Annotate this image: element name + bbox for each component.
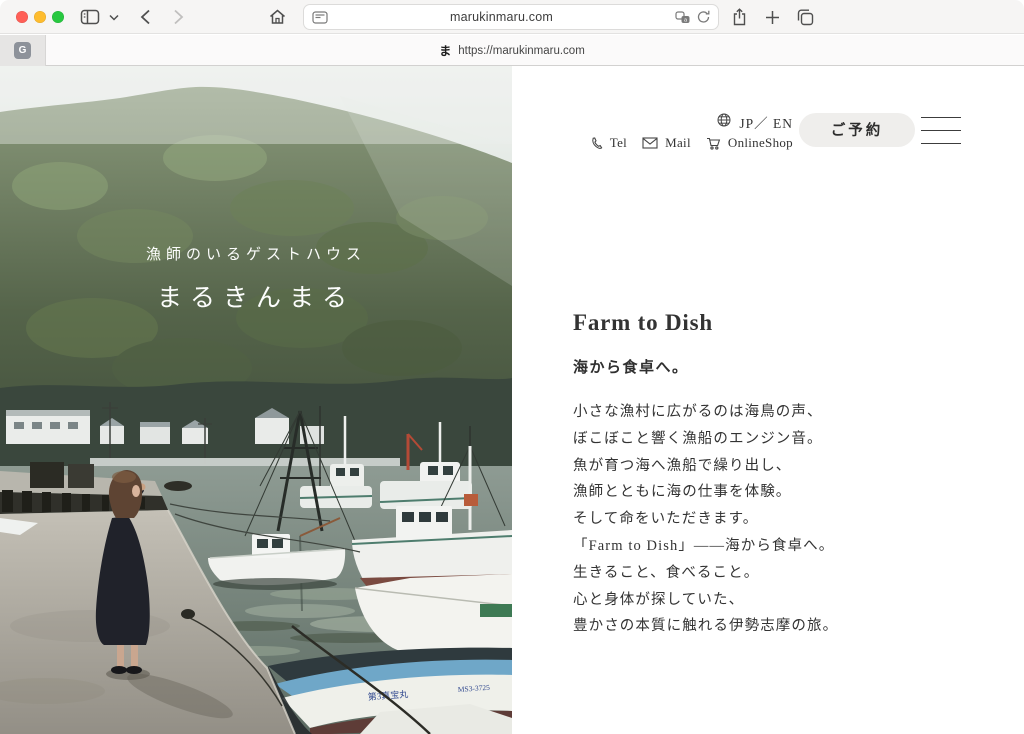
hamburger-line — [921, 117, 961, 118]
url-text[interactable]: marukinmaru.com — [328, 10, 675, 24]
sidebar-toggle-icon[interactable] — [79, 7, 101, 27]
home-icon[interactable] — [266, 7, 288, 27]
hamburger-menu-button[interactable] — [921, 116, 961, 144]
close-window-button[interactable] — [16, 11, 28, 23]
paragraph-line: 心と身体が探していた、 — [573, 587, 838, 614]
paragraph-line: 漁師とともに海の仕事を体験。 — [573, 479, 838, 506]
globe-icon — [717, 113, 731, 131]
harbor-photo-illustration: 第3真宝丸 MS3-3725 — [0, 66, 512, 734]
hamburger-line — [921, 143, 961, 144]
paragraph-line: 小さな漁村に広がるのは海鳥の声、 — [573, 399, 838, 426]
shopping-cart-icon — [706, 136, 721, 150]
hamburger-line — [921, 130, 961, 131]
new-tab-icon[interactable] — [761, 7, 783, 27]
contact-nav: Tel Mail OnlineShop — [590, 135, 793, 151]
hero-photo: 第3真宝丸 MS3-3725 — [0, 66, 512, 734]
online-shop-link[interactable]: OnlineShop — [728, 135, 793, 151]
page-settings-icon[interactable] — [312, 11, 328, 24]
mail-envelope-icon — [642, 137, 658, 149]
maximize-window-button[interactable] — [52, 11, 64, 23]
pinned-tab[interactable]: G — [0, 35, 46, 66]
paragraph-line: ぼこぼこと響く漁船のエンジン音。 — [573, 426, 838, 453]
back-button[interactable] — [134, 7, 156, 27]
reserve-button[interactable]: ご予約 — [799, 113, 915, 147]
web-page: 第3真宝丸 MS3-3725 — [0, 66, 1024, 734]
browser-toolbar: marukinmaru.com a — [0, 0, 1024, 34]
chevron-down-icon[interactable] — [107, 7, 121, 27]
hero-tagline: 漁師のいるゲストハウス — [0, 243, 512, 264]
page-right-column: JP／ EN Tel Mail — [512, 66, 1024, 734]
site-title: まるきんまる — [0, 278, 512, 314]
pinned-tab-favicon: G — [14, 42, 31, 59]
phone-icon — [590, 137, 603, 150]
tab-url-label: https://marukinmaru.com — [458, 45, 585, 57]
paragraph-line: 生きること、食べること。 — [573, 560, 838, 587]
section-heading: Farm to Dish — [573, 310, 713, 336]
tab-overview-icon[interactable] — [794, 7, 816, 27]
url-bar[interactable]: marukinmaru.com a — [303, 4, 719, 30]
language-label: JP／ EN — [739, 112, 793, 132]
reload-icon[interactable] — [697, 10, 710, 24]
browser-window: marukinmaru.com a — [0, 0, 1024, 734]
share-icon[interactable] — [728, 7, 750, 27]
minimize-window-button[interactable] — [34, 11, 46, 23]
paragraph-line: 魚が育つ海へ漁船で繰り出し、 — [573, 453, 838, 480]
section-subheading: 海から食卓へ。 — [573, 356, 689, 377]
paragraph-line: そして命をいただきます。 — [573, 506, 838, 533]
mail-link[interactable]: Mail — [665, 135, 691, 151]
tel-link[interactable]: Tel — [610, 135, 627, 151]
tab-bar: ま https://marukinmaru.com G — [0, 35, 1024, 66]
paragraph-line: 豊かさの本質に触れる伊勢志摩の旅。 — [573, 613, 838, 640]
forward-button[interactable] — [167, 7, 189, 27]
active-tab[interactable]: ま https://marukinmaru.com — [0, 35, 1024, 66]
translate-icon[interactable]: a — [675, 11, 690, 24]
paragraph-line: 「Farm to Dish」——海から食卓へ。 — [573, 533, 838, 560]
language-switcher[interactable]: JP／ EN — [717, 112, 793, 132]
tab-favicon: ま — [439, 45, 451, 57]
section-paragraph: 小さな漁村に広がるのは海鳥の声、 ぼこぼこと響く漁船のエンジン音。 魚が育つ海へ… — [573, 399, 838, 640]
